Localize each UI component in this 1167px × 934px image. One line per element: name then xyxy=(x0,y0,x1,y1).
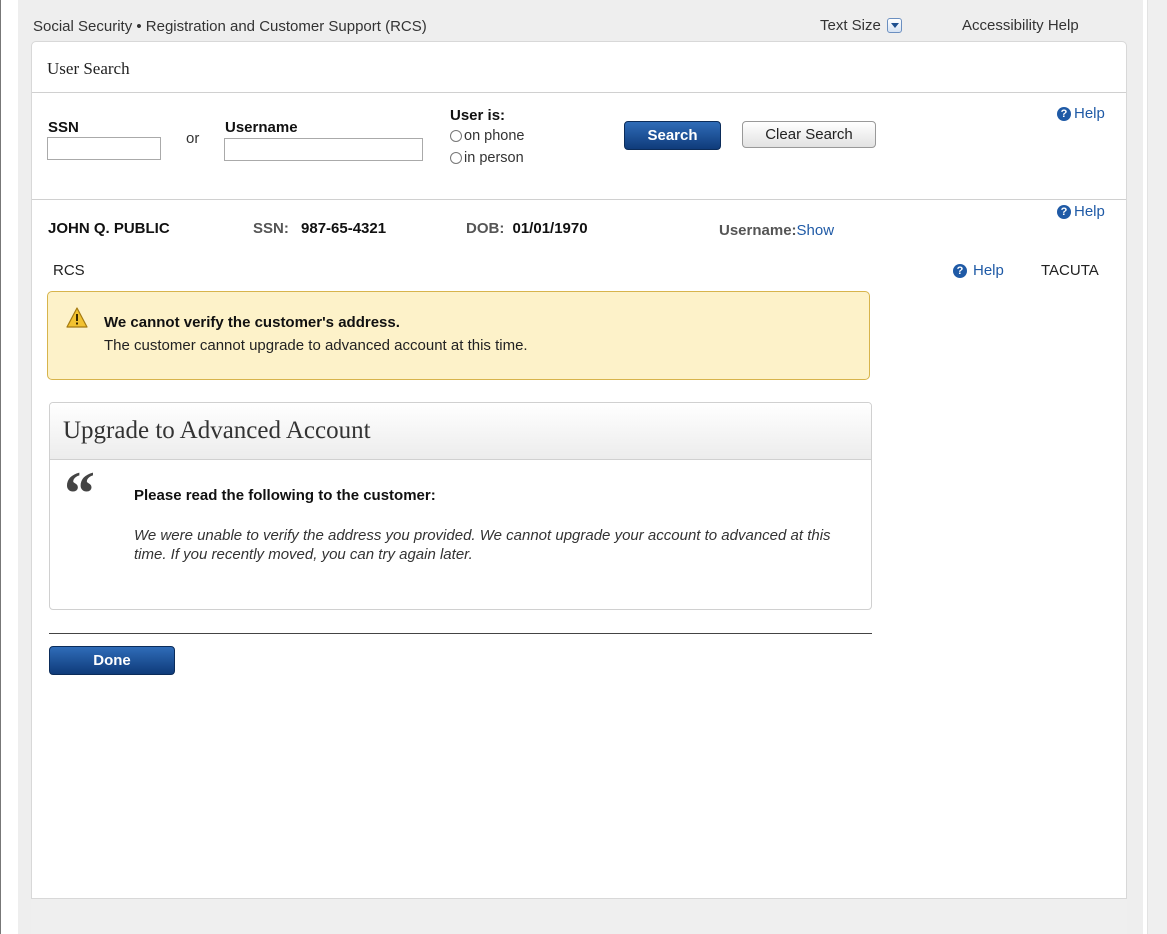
username-input[interactable] xyxy=(224,138,423,161)
ssn-label: SSN xyxy=(48,119,79,136)
user-search-heading: User Search xyxy=(47,59,130,78)
radio-circle-icon[interactable] xyxy=(450,152,462,164)
app-title: Social Security • Registration and Custo… xyxy=(33,18,427,35)
alert-title: We cannot verify the customer's address. xyxy=(104,314,400,331)
upgrade-card: Upgrade to Advanced Account “ Please rea… xyxy=(49,402,872,610)
customer-dob: DOB: 01/01/1970 xyxy=(466,220,588,237)
divider xyxy=(49,633,872,634)
customer-script: We were unable to verify the address you… xyxy=(134,527,831,563)
username-label: Username xyxy=(225,119,298,136)
help-label: Help xyxy=(1074,105,1105,122)
search-button[interactable]: Search xyxy=(624,121,721,150)
customer-help-link[interactable]: ? Help xyxy=(1057,203,1105,220)
ssn-input[interactable] xyxy=(47,137,161,160)
window-left-border xyxy=(0,0,1,934)
card-title: Upgrade to Advanced Account xyxy=(63,417,371,444)
help-label: Help xyxy=(973,262,1004,279)
quote-icon: “ xyxy=(64,460,95,528)
done-button[interactable]: Done xyxy=(49,646,175,675)
accessibility-help-link[interactable]: Accessibility Help xyxy=(962,17,1079,34)
customer-username: Username:Show xyxy=(719,222,834,239)
panel-footer xyxy=(31,898,1127,934)
dob-value: 01/01/1970 xyxy=(512,220,588,237)
customer-ssn: SSN: 987-65-4321 xyxy=(253,220,386,237)
page-help-link[interactable]: ? Help xyxy=(953,262,1004,279)
chevron-down-icon[interactable] xyxy=(886,18,902,33)
radio-label: in person xyxy=(464,150,524,166)
read-instruction: Please read the following to the custome… xyxy=(134,487,436,504)
app-context-label: RCS xyxy=(53,262,85,279)
warning-icon xyxy=(66,307,88,328)
user-id: TACUTA xyxy=(1041,262,1099,279)
radio-label: on phone xyxy=(464,128,525,144)
window-right-gutter xyxy=(1147,0,1167,934)
dob-field-label: DOB: xyxy=(466,220,505,237)
username-field-label: Username: xyxy=(719,222,797,239)
user-is-label: User is: xyxy=(450,107,506,124)
question-icon: ? xyxy=(1057,106,1071,121)
divider xyxy=(32,92,1126,93)
ssn-field-label: SSN: xyxy=(253,220,289,237)
radio-on-phone[interactable]: on phone xyxy=(450,126,524,146)
customer-name: JOHN Q. PUBLIC xyxy=(48,220,170,237)
question-icon: ? xyxy=(1057,204,1071,219)
search-help-link[interactable]: ? Help xyxy=(1057,105,1105,122)
radio-circle-icon[interactable] xyxy=(450,130,462,142)
divider xyxy=(32,199,1126,200)
text-size-control[interactable]: Text Size xyxy=(820,17,902,34)
radio-in-person[interactable]: in person xyxy=(450,148,524,168)
ssn-value: 987-65-4321 xyxy=(301,220,387,237)
clear-search-button[interactable]: Clear Search xyxy=(742,121,876,148)
alert-message: The customer cannot upgrade to advanced … xyxy=(104,337,528,354)
text-size-label: Text Size xyxy=(820,17,881,34)
or-text: or xyxy=(186,130,200,147)
help-label: Help xyxy=(1074,203,1105,220)
warning-alert: We cannot verify the customer's address.… xyxy=(47,291,870,380)
show-username-link[interactable]: Show xyxy=(797,222,835,239)
question-icon: ? xyxy=(953,263,967,278)
